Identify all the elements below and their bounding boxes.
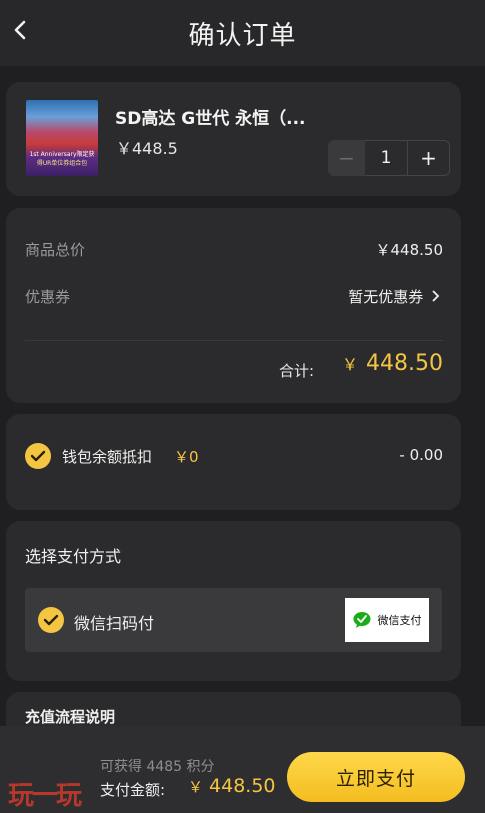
wechat-pay-option[interactable]: 微信扫码付 微信支付	[25, 588, 442, 652]
total-currency: ￥	[342, 355, 359, 374]
payment-checkbox[interactable]	[38, 607, 64, 633]
top-bar: 确认订单	[0, 0, 485, 66]
wallet-deduct-value: - 0.00	[399, 446, 443, 464]
watermark-logo: 玩一玩	[8, 781, 82, 811]
price-summary-card: 商品总价 ￥448.50 优惠券 暂无优惠券 合计: ￥ 448.50	[6, 208, 461, 403]
pay-amount-currency: ￥	[188, 778, 204, 796]
quantity-value[interactable]: 1	[365, 140, 407, 176]
pay-amount-label: 支付金额:	[100, 781, 166, 799]
check-icon	[43, 614, 59, 626]
thumbnail-caption-1: 1st Anniversary限定获	[29, 151, 95, 158]
pay-now-button[interactable]: 立即支付	[287, 752, 465, 802]
page-title: 确认订单	[188, 20, 297, 51]
chevron-right-icon	[432, 290, 440, 302]
total-amount: ￥ 448.50	[342, 351, 443, 376]
divider	[25, 340, 443, 341]
payment-method-title: 选择支付方式	[25, 547, 122, 566]
payment-method-card: 选择支付方式 微信扫码付 微信支付	[6, 521, 461, 681]
product-thumbnail[interactable]: 1st Anniversary限定获 得UR单位券组合包	[26, 100, 98, 176]
wallet-label: 钱包余额抵扣	[62, 448, 153, 466]
goods-total-value: ￥448.50	[375, 241, 444, 259]
goods-total-label: 商品总价	[25, 241, 86, 259]
product-name: SD高达 G世代 永恒（...	[115, 109, 306, 129]
back-icon[interactable]	[10, 14, 32, 44]
coupon-selector[interactable]: 暂无优惠券	[348, 286, 441, 307]
check-icon	[30, 450, 46, 462]
product-card: 1st Anniversary限定获 得UR单位券组合包 SD高达 G世代 永恒…	[6, 82, 461, 196]
points-earned: 可获得 4485 积分	[100, 759, 215, 775]
wechat-pay-logo-text: 微信支付	[377, 614, 422, 627]
payment-option-label: 微信扫码付	[74, 614, 155, 633]
pay-amount: ￥ 448.50	[188, 775, 276, 797]
increase-button[interactable]: +	[407, 140, 450, 176]
wechat-pay-logo: 微信支付	[345, 598, 429, 642]
wallet-checkbox[interactable]	[25, 443, 51, 469]
recharge-info-title: 充值流程说明	[25, 708, 116, 726]
product-price: ￥448.5	[116, 139, 178, 158]
pay-amount-value: 448.50	[209, 775, 276, 797]
wallet-balance: ￥0	[174, 448, 199, 466]
wechat-icon	[353, 612, 370, 628]
coupon-label: 优惠券	[25, 288, 71, 306]
thumbnail-caption-2: 得UR单位券组合包	[36, 160, 88, 167]
coupon-value: 暂无优惠券	[348, 288, 424, 306]
total-value: 448.50	[366, 351, 443, 376]
wallet-card: 钱包余额抵扣 ￥0 - 0.00	[6, 414, 461, 510]
quantity-stepper: − 1 +	[328, 140, 450, 176]
total-label: 合计:	[279, 362, 315, 380]
decrease-button[interactable]: −	[328, 140, 365, 176]
